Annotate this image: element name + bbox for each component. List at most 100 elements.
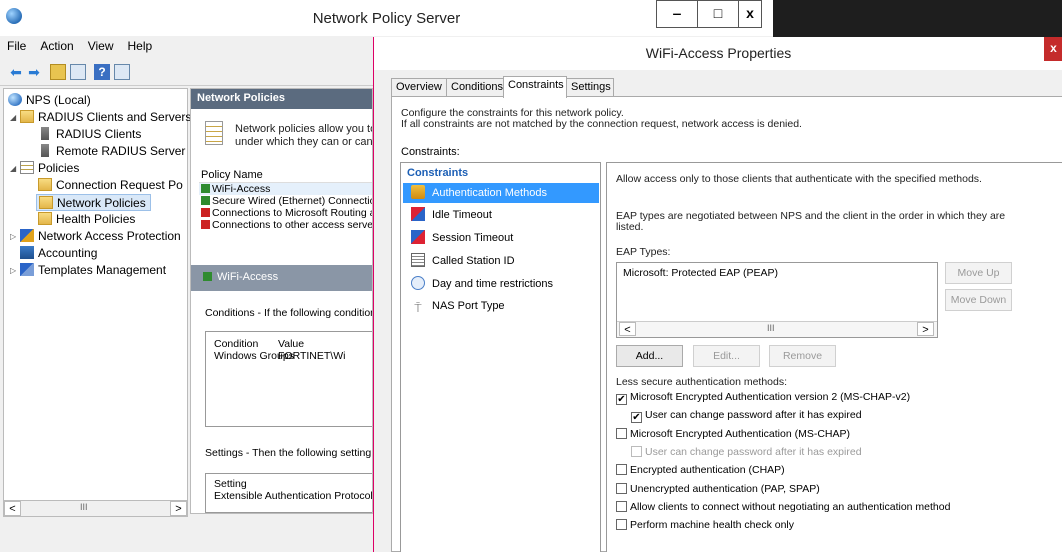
constraint-item-called-station-id[interactable]: Called Station ID: [411, 251, 599, 271]
collapse-arrow-icon[interactable]: ◢: [10, 113, 16, 122]
ms-chap-change-password-checkbox[interactable]: User can change password after it has ex…: [631, 445, 862, 460]
eap-horizontal-scrollbar[interactable]: < III >: [617, 321, 937, 337]
checkbox-box[interactable]: [631, 445, 642, 457]
chap-checkbox[interactable]: Encrypted authentication (CHAP): [616, 464, 785, 478]
policy-row[interactable]: WiFi-Access: [199, 183, 372, 195]
close-button[interactable]: x: [738, 0, 762, 28]
checkbox-box[interactable]: [616, 482, 627, 494]
constraints-list-header: Constraints: [407, 167, 469, 179]
nps-globe-icon: [8, 93, 22, 106]
ms-chap-v2-checkbox[interactable]: ✔ Microsoft Encrypted Authentication vers…: [616, 391, 910, 405]
tree-item-policies[interactable]: Policies: [20, 160, 79, 177]
add-button[interactable]: Add...: [616, 345, 683, 367]
minimize-button[interactable]: ‒: [656, 0, 698, 28]
scroll-left-icon[interactable]: <: [619, 322, 636, 336]
action-pane-icon[interactable]: [114, 64, 130, 80]
edit-button[interactable]: Edit...: [693, 345, 760, 367]
checkbox-label: User can change password after it has ex…: [645, 445, 862, 458]
constraint-item-day-time[interactable]: Day and time restrictions: [411, 274, 599, 294]
tree-item-accounting[interactable]: Accounting: [20, 245, 97, 262]
tab-settings[interactable]: Settings: [566, 78, 614, 97]
constraint-item-session-timeout[interactable]: Session Timeout: [411, 228, 599, 248]
checkbox-box[interactable]: [616, 519, 627, 531]
show-hide-tree-icon[interactable]: [70, 64, 86, 80]
checkmark-icon[interactable]: ✔: [631, 412, 642, 424]
maximize-button[interactable]: □: [697, 0, 739, 28]
settings-header: Setting: [214, 478, 247, 490]
tab-overview[interactable]: Overview: [391, 78, 447, 97]
up-folder-icon[interactable]: [50, 64, 66, 80]
mmc-titlebar: Network Policy Server ‒ □ x: [0, 0, 773, 36]
forward-arrow-icon[interactable]: ➡: [26, 64, 42, 80]
constraint-item-idle-timeout[interactable]: Idle Timeout: [411, 205, 599, 225]
lock-icon: [411, 185, 425, 199]
allow-no-negotiation-checkbox[interactable]: Allow clients to connect without negotia…: [616, 500, 951, 515]
ms-chap-v2-change-password-checkbox[interactable]: ✔ User can change password after it has e…: [631, 409, 862, 424]
policy-row[interactable]: Connections to other access serve: [199, 219, 372, 231]
tab-constraints[interactable]: Constraints: [503, 76, 567, 98]
scroll-right-icon[interactable]: >: [170, 501, 187, 516]
conditions-header: Condition Value: [214, 338, 305, 350]
policy-enabled-icon: [201, 196, 210, 205]
tree-item-health-policies[interactable]: Health Policies: [38, 211, 135, 228]
policy-row[interactable]: Connections to Microsoft Routing a: [199, 207, 372, 219]
checkbox-label: Unencrypted authentication (PAP, SPAP): [630, 482, 820, 495]
scroll-left-icon[interactable]: <: [4, 501, 21, 516]
tree-item-remote-radius[interactable]: Remote RADIUS Server: [38, 143, 185, 160]
conditions-caption: Conditions - If the following condition: [205, 307, 373, 319]
checkbox-label: Microsoft Encrypted Authentication (MS-C…: [630, 427, 850, 440]
tree-item-connection-request[interactable]: Connection Request Po: [38, 177, 183, 194]
nap-icon: [20, 229, 34, 242]
scroll-thumb[interactable]: III: [80, 502, 88, 512]
expand-arrow-icon[interactable]: ▷: [10, 232, 16, 241]
scroll-right-icon[interactable]: >: [917, 322, 934, 336]
folder-icon: [38, 178, 52, 191]
checkbox-box[interactable]: [616, 464, 627, 476]
menu-help[interactable]: Help: [121, 36, 160, 56]
policies-icon: [20, 161, 34, 174]
back-arrow-icon[interactable]: ⬅: [8, 64, 24, 80]
constraint-item-authentication-methods[interactable]: Authentication Methods: [403, 183, 599, 203]
pap-spap-checkbox[interactable]: Unencrypted authentication (PAP, SPAP): [616, 482, 820, 497]
tree-item-radius-clients-servers[interactable]: RADIUS Clients and Servers: [20, 109, 191, 126]
less-secure-label: Less secure authentication methods:: [616, 376, 788, 388]
conditions-row[interactable]: Windows Groups FORTINET\Wi: [206, 350, 372, 362]
checkbox-box[interactable]: [616, 500, 627, 512]
remove-button[interactable]: Remove: [769, 345, 836, 367]
authentication-methods-panel: Allow access only to those clients that …: [606, 162, 1062, 552]
policy-name-column-header[interactable]: Policy Name: [199, 169, 372, 183]
tree-item-network-policies[interactable]: Network Policies: [36, 194, 151, 211]
menu-action[interactable]: Action: [33, 36, 80, 56]
help-icon[interactable]: ?: [94, 64, 110, 80]
expand-arrow-icon[interactable]: ▷: [10, 266, 16, 275]
ms-chap-checkbox[interactable]: Microsoft Encrypted Authentication (MS-C…: [616, 427, 850, 442]
menu-file[interactable]: File: [0, 36, 33, 56]
server-group-icon: [41, 144, 49, 157]
eap-type-item[interactable]: Microsoft: Protected EAP (PEAP): [623, 267, 778, 279]
selected-policy-band: WiFi-Access: [191, 265, 372, 291]
document-icon: [205, 121, 223, 145]
checkbox-box[interactable]: [616, 427, 627, 439]
settings-row[interactable]: Extensible Authentication Protocol: [206, 490, 372, 502]
tree-item-nap[interactable]: Network Access Protection: [20, 228, 181, 245]
tree-horizontal-scrollbar[interactable]: < III >: [3, 500, 188, 517]
move-down-button[interactable]: Move Down: [945, 289, 1012, 311]
tab-conditions[interactable]: Conditions: [446, 78, 504, 97]
tree-item-radius-clients[interactable]: RADIUS Clients: [38, 126, 141, 143]
constraints-description: Configure the constraints for this netwo…: [401, 107, 802, 130]
checkmark-icon[interactable]: ✔: [616, 394, 627, 405]
tree-item-templates[interactable]: Templates Management: [20, 262, 166, 279]
eap-types-list[interactable]: Microsoft: Protected EAP (PEAP) < III >: [616, 262, 938, 338]
menu-view[interactable]: View: [81, 36, 121, 56]
constraint-item-nas-port-type[interactable]: ⍑ NAS Port Type: [411, 296, 599, 316]
results-pane-header: Network Policies: [191, 89, 372, 109]
scroll-thumb[interactable]: III: [767, 323, 775, 333]
machine-health-check-checkbox[interactable]: Perform machine health check only: [616, 519, 794, 533]
move-up-button[interactable]: Move Up: [945, 262, 1012, 284]
checkbox-label: Allow clients to connect without negotia…: [630, 500, 951, 513]
tree-item-nps-local[interactable]: NPS (Local): [8, 92, 91, 109]
dialog-close-button[interactable]: x: [1044, 37, 1062, 61]
settings-caption: Settings - Then the following setting: [205, 447, 372, 459]
policy-row[interactable]: Secure Wired (Ethernet) Connectio: [199, 195, 372, 207]
collapse-arrow-icon[interactable]: ◢: [10, 164, 16, 173]
